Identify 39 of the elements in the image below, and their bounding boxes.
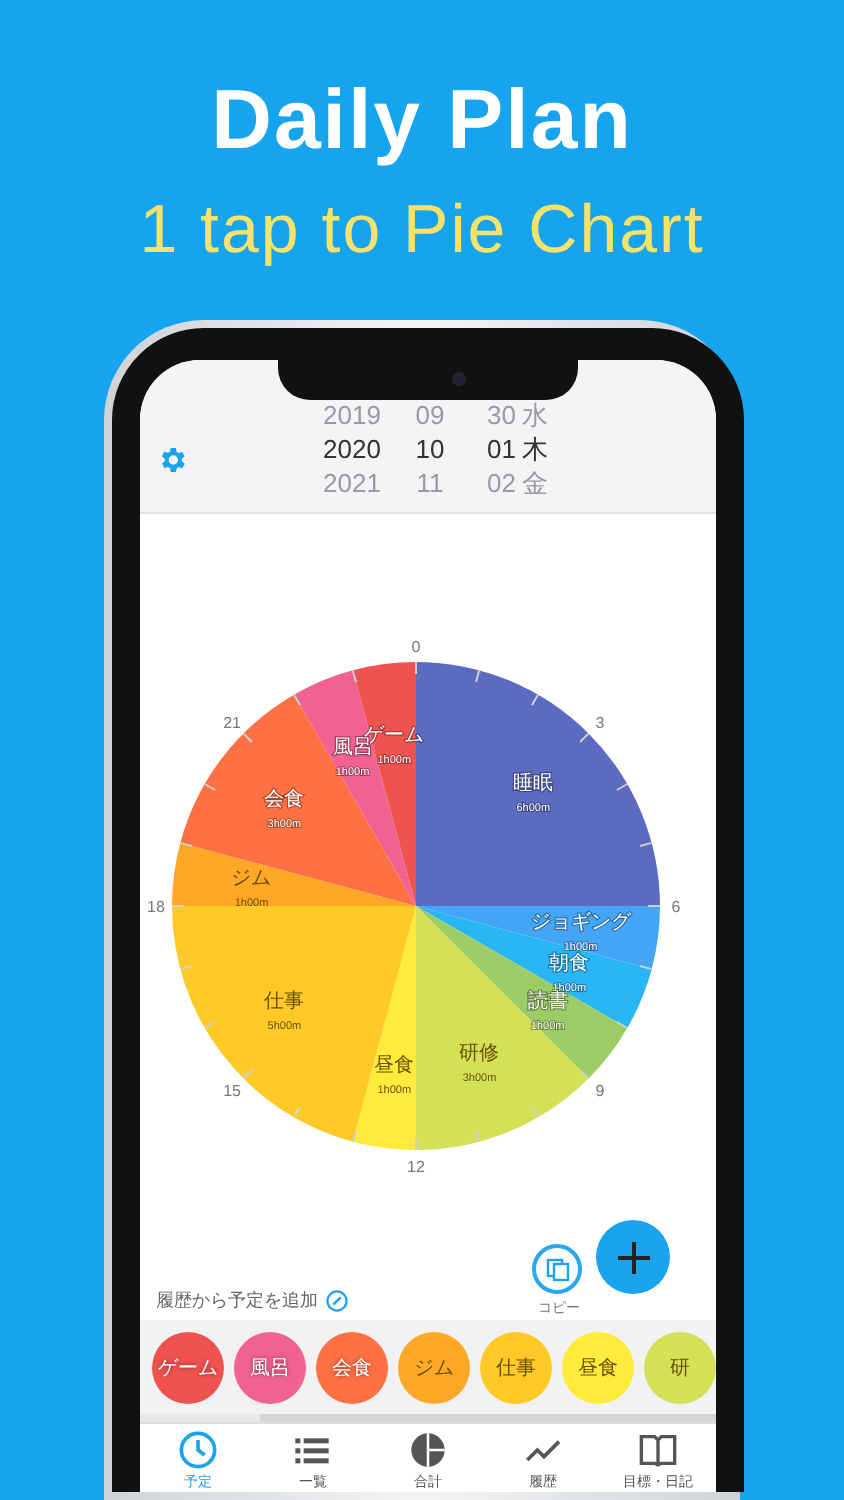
slice-label: 睡眠 (513, 772, 554, 795)
hour-label: 6 (671, 898, 681, 916)
slice-label: 朝食 (549, 953, 590, 976)
hour-label: 9 (595, 1081, 605, 1100)
history-chip[interactable]: 風呂 (234, 1331, 306, 1403)
history-chip[interactable]: 仕事 (480, 1331, 552, 1403)
slice-label: 仕事 (264, 991, 305, 1013)
hour-label: 21 (223, 714, 242, 733)
weekday-option[interactable]: 木 (516, 432, 548, 466)
hour-label: 15 (223, 1081, 242, 1100)
year-option[interactable]: 2021 (308, 466, 396, 500)
hour-label: 18 (147, 898, 165, 916)
subtitle: 1 tap to Pie Chart (139, 192, 705, 268)
history-chip[interactable]: ゲーム (152, 1331, 224, 1403)
hour-label: 3 (595, 714, 605, 733)
headline: Daily Plan (211, 76, 633, 164)
history-chip[interactable]: ジム (398, 1331, 470, 1403)
history-link[interactable]: 履歴から予定を追加 (156, 1288, 318, 1314)
month-option[interactable]: 10 (396, 432, 464, 466)
history-chip[interactable]: 会食 (316, 1331, 388, 1403)
slice-label: 研修 (459, 1043, 500, 1066)
day-option[interactable]: 01 (464, 432, 516, 466)
slice-label: ジム (231, 868, 272, 891)
history-chip[interactable]: 昼食 (562, 1331, 634, 1403)
slice-label: ジョギング (530, 911, 631, 934)
month-option[interactable]: 09 (396, 398, 464, 432)
hour-label: 12 (407, 1158, 425, 1176)
weekday-option[interactable]: 金 (516, 466, 548, 500)
year-option[interactable]: 2019 (308, 398, 396, 432)
year-option[interactable]: 2020 (308, 432, 396, 466)
slice-label: 会食 (264, 789, 305, 811)
day-option[interactable]: 30 (464, 398, 516, 432)
day-option[interactable]: 02 (464, 466, 516, 500)
hour-label: 0 (411, 638, 421, 656)
history-chip[interactable]: 研 (644, 1331, 716, 1403)
slice-label: 読書 (527, 991, 568, 1013)
weekday-option[interactable]: 水 (516, 398, 548, 432)
slice-label: 昼食 (374, 1054, 415, 1077)
month-option[interactable]: 11 (396, 466, 464, 500)
